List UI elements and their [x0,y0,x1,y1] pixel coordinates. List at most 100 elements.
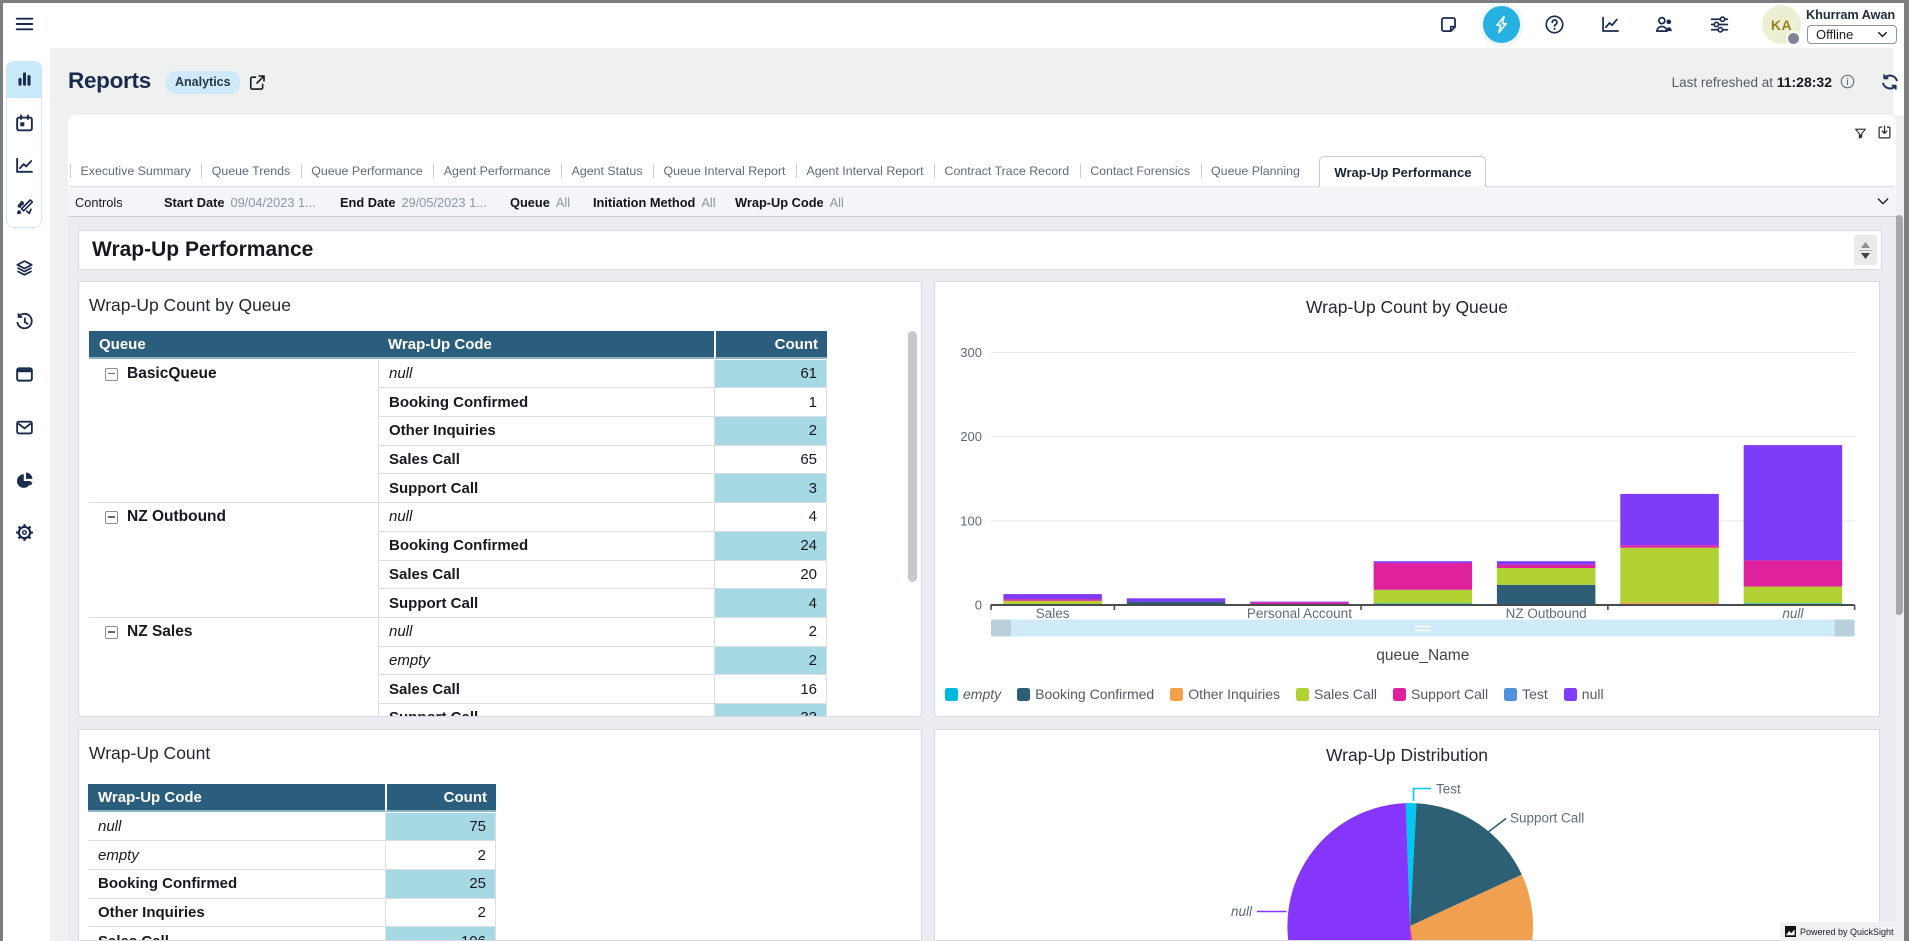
analytics-badge[interactable]: Analytics [166,71,240,94]
table-header-wrapup-code[interactable]: Wrap-Up Code [88,784,385,812]
note-icon[interactable] [1438,14,1459,35]
tab-agent-status[interactable]: Agent Status [561,156,653,186]
wrapup-code-cell[interactable]: Other Inquiries [88,899,385,928]
count-cell[interactable]: 2 [385,899,496,928]
bar-chart[interactable]: 0100200300SalesPersonal AccountNZ Outbou… [935,282,1879,716]
filter-icon[interactable] [1854,126,1867,140]
count-cell[interactable]: 61 [714,360,827,389]
legend-item-Booking-Confirmed[interactable]: Booking Confirmed [1017,686,1154,702]
usage-metrics-icon[interactable] [1600,14,1621,35]
external-link-icon[interactable] [248,73,267,92]
controls-collapse-chevron-icon[interactable] [1875,194,1891,209]
sidebar-item-design-icon[interactable] [6,187,42,227]
sheet-spinner[interactable] [1854,235,1877,265]
legend-item-Support-Call[interactable]: Support Call [1393,686,1488,702]
tab-queue-interval-report[interactable]: Queue Interval Report [653,156,796,186]
help-icon[interactable] [1544,14,1565,35]
count-cell[interactable]: 4 [714,503,827,532]
tab-wrap-up-performance[interactable]: Wrap-Up Performance [1319,156,1486,187]
wrapup-code-cell[interactable]: Support Call [378,704,714,717]
wrapup-code-cell[interactable]: Support Call [378,589,714,618]
bar-segment-Sales-Call[interactable] [1497,568,1596,585]
count-cell[interactable]: 3 [714,474,827,503]
count-cell[interactable]: 2 [714,618,827,647]
bar-segment-null[interactable] [1744,445,1843,560]
table-header-wrapup-code[interactable]: Wrap-Up Code [378,331,714,359]
sidebar-item-gear-icon[interactable] [6,507,42,560]
sidebar-item-pie-chart-icon[interactable] [6,454,42,507]
menu-icon[interactable] [14,13,36,35]
wrapup-code-cell[interactable]: Sales Call [378,446,714,475]
bar-segment-null[interactable] [1497,561,1596,564]
tab-queue-trends[interactable]: Queue Trends [201,156,301,186]
wrapup-code-cell[interactable]: null [88,813,385,842]
sidebar-item-layers-icon[interactable] [6,243,42,296]
wrapup-code-cell[interactable]: Other Inquiries [378,417,714,446]
bar-segment-Support-Call[interactable] [1003,599,1102,601]
people-icon[interactable] [1654,14,1675,35]
wrapup-code-cell[interactable]: null [378,618,714,647]
slider-left-handle[interactable] [991,620,1011,637]
collapse-group-icon[interactable] [105,626,118,639]
refresh-icon[interactable] [1880,72,1899,91]
bar-segment-Support-Call[interactable] [1374,563,1473,590]
axis-range-slider-track[interactable] [991,620,1855,637]
bar-segment-Support-Call[interactable] [1744,560,1843,586]
collapse-group-icon[interactable] [105,511,118,524]
tab-agent-performance[interactable]: Agent Performance [433,156,561,186]
bar-segment-Sales-Call[interactable] [1620,548,1719,603]
control-initiation-method[interactable]: Initiation MethodAll [593,187,716,217]
info-icon[interactable] [1840,74,1855,89]
sidebar-item-calendar-icon[interactable] [6,103,42,143]
tab-executive-summary[interactable]: Executive Summary [70,156,201,186]
count-cell[interactable]: 106 [385,927,496,941]
tab-contract-trace-record[interactable]: Contract Trace Record [934,156,1080,186]
download-icon[interactable] [1877,125,1892,140]
wrapup-code-cell[interactable]: null [378,360,714,389]
control-wrap-up-code[interactable]: Wrap-Up CodeAll [735,187,844,217]
table-scrollbar-thumb[interactable] [908,331,917,582]
sidebar-item-line-chart-icon[interactable] [6,145,42,185]
sidebar-item-mail-icon[interactable] [6,401,42,454]
count-cell[interactable]: 2 [714,647,827,676]
bar-segment-Booking-Confirmed[interactable] [1497,585,1596,605]
legend-item-Sales-Call[interactable]: Sales Call [1296,686,1377,702]
bar-segment-Sales-Call[interactable] [1003,601,1102,604]
tab-queue-planning[interactable]: Queue Planning [1201,156,1311,186]
spinner-down-icon[interactable] [1861,253,1870,259]
tab-contact-forensics[interactable]: Contact Forensics [1080,156,1201,186]
tab-queue-performance[interactable]: Queue Performance [301,156,434,186]
sidebar-item-history-icon[interactable] [6,295,42,348]
bar-segment-null[interactable] [1127,598,1226,601]
sidebar-item-bar-chart-icon[interactable] [6,61,42,98]
bar-segment-Sales-Call[interactable] [1744,587,1843,604]
legend-item-Other-Inquiries[interactable]: Other Inquiries [1170,686,1280,702]
count-cell[interactable]: 16 [714,675,827,704]
bar-segment-Support-Call[interactable] [1620,545,1719,548]
bar-segment-null[interactable] [1250,602,1349,603]
count-cell[interactable]: 20 [714,561,827,590]
count-cell[interactable]: 65 [714,446,827,475]
bar-segment-null[interactable] [1003,594,1102,599]
collapse-group-icon[interactable] [105,368,118,381]
wrapup-code-cell[interactable]: Support Call [378,474,714,503]
flash-icon[interactable] [1483,6,1520,43]
count-cell[interactable]: 32 [714,704,827,717]
table-header-count[interactable]: Count [714,331,827,359]
wrapup-code-cell[interactable]: Sales Call [378,561,714,590]
tab-agent-interval-report[interactable]: Agent Interval Report [796,156,934,186]
table-header-queue[interactable]: Queue [89,331,378,359]
table-header-count[interactable]: Count [385,784,496,812]
status-select[interactable]: Offline [1807,25,1897,44]
control-end-date[interactable]: End Date29/05/2023 1... [340,187,487,217]
slider-right-handle[interactable] [1835,620,1855,637]
bar-segment-Sales-Call[interactable] [1374,590,1473,604]
sliders-icon[interactable] [1709,14,1730,35]
bar-segment-null[interactable] [1374,561,1473,563]
count-cell[interactable]: 1 [714,388,827,417]
legend-item-null[interactable]: null [1564,686,1604,702]
count-cell[interactable]: 4 [714,589,827,618]
sidebar-item-browser-icon[interactable] [6,348,42,401]
bar-segment-Other-Inquiries[interactable] [1620,603,1719,605]
wrapup-code-cell[interactable]: Booking Confirmed [378,532,714,561]
